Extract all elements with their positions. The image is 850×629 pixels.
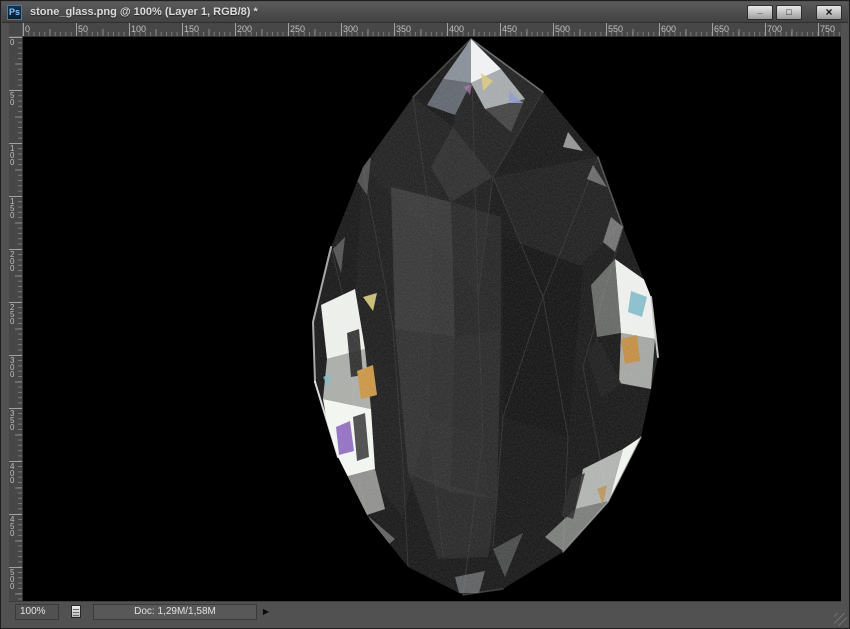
photoshop-document-window: Ps stone_glass.png @ 100% (Layer 1, RGB/… <box>0 0 850 629</box>
v-ruler-label: 150 <box>10 197 15 220</box>
window-controls: _ □ × <box>744 5 842 20</box>
h-ruler-label: 750 <box>820 24 836 34</box>
h-ruler-label: 0 <box>25 24 31 34</box>
maximize-button[interactable]: □ <box>776 5 802 20</box>
h-ruler-label: 350 <box>396 24 412 34</box>
h-ruler-label: 150 <box>184 24 200 34</box>
h-ruler-label: 600 <box>661 24 677 34</box>
adobe-drive-button[interactable] <box>67 604 85 620</box>
h-ruler-label: 200 <box>237 24 253 34</box>
v-ruler-label: 50 <box>10 91 15 107</box>
h-ruler-label: 50 <box>78 24 89 34</box>
h-ruler-label: 500 <box>555 24 571 34</box>
photoshop-app-icon: Ps <box>7 5 22 20</box>
status-bar: Doc: 1,29M/1,58M ▶ <box>9 601 841 621</box>
titlebar[interactable]: Ps stone_glass.png @ 100% (Layer 1, RGB/… <box>2 2 848 23</box>
document-canvas[interactable] <box>23 37 841 601</box>
v-ruler-label: 450 <box>10 515 15 538</box>
v-ruler-label: 200 <box>10 250 15 273</box>
h-ruler-label: 550 <box>608 24 624 34</box>
v-ruler-label: 0 <box>10 38 15 47</box>
v-ruler-label: 100 <box>10 144 15 167</box>
stone-glass-image <box>23 37 841 601</box>
h-ruler-label: 250 <box>290 24 306 34</box>
zoom-level-field[interactable] <box>15 603 59 620</box>
v-ruler-label: 250 <box>10 303 15 326</box>
minimize-button[interactable]: _ <box>747 5 773 20</box>
h-ruler-label: 450 <box>502 24 518 34</box>
v-ruler-label: 350 <box>10 409 15 432</box>
vertical-ruler[interactable]: 0 50 100 150 200 250 300 350 400 450 500 <box>9 37 23 601</box>
document-size-field[interactable]: Doc: 1,29M/1,58M <box>93 603 257 620</box>
window-title: stone_glass.png @ 100% (Layer 1, RGB/8) … <box>30 6 258 18</box>
v-ruler-label: 500 <box>10 568 15 591</box>
window-resize-grip[interactable] <box>834 613 847 626</box>
status-menu-arrow-icon[interactable]: ▶ <box>259 604 273 620</box>
document-page-icon <box>71 604 81 618</box>
h-ruler-label: 400 <box>449 24 465 34</box>
v-ruler-label: 300 <box>10 356 15 379</box>
h-ruler-label: 100 <box>131 24 147 34</box>
h-ruler-label: 650 <box>714 24 730 34</box>
h-ruler-label: 300 <box>343 24 359 34</box>
v-ruler-label: 400 <box>10 462 15 485</box>
ruler-origin-corner[interactable] <box>9 23 23 37</box>
close-button[interactable]: × <box>816 5 842 20</box>
h-ruler-label: 700 <box>767 24 783 34</box>
horizontal-ruler[interactable]: 0 50 100 150 200 250 300 350 400 450 500… <box>23 23 841 37</box>
